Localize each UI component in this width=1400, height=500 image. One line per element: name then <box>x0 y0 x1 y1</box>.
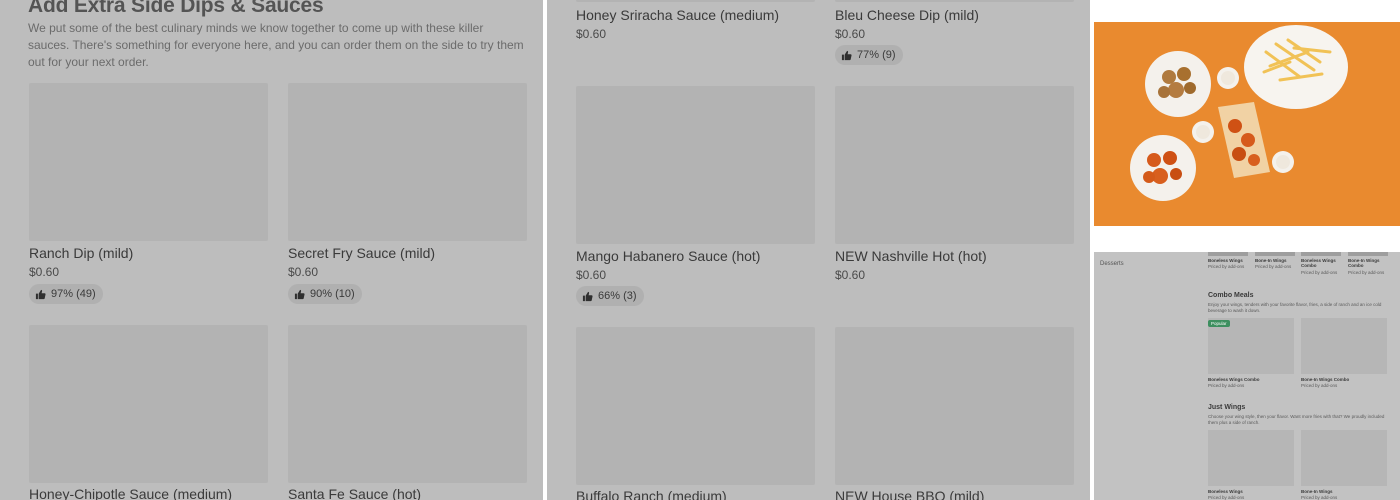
section-title: Add Extra Side Dips & Sauces <box>28 0 324 17</box>
wings-and-fries-illustration <box>1094 22 1400 226</box>
item-price: $0.60 <box>576 268 607 282</box>
section-desc-combo: Enjoy your wings, tenders with your favo… <box>1208 302 1382 313</box>
mini-item-name[interactable]: Boneless Wings <box>1208 489 1243 494</box>
rating-badge: 97% (49) <box>29 284 103 304</box>
mini-sidebar: Desserts <box>1094 252 1194 500</box>
item-image[interactable] <box>576 0 815 2</box>
mini-item-sub: Priced by add-ons <box>1208 495 1245 500</box>
screenshot-collage: Add Extra Side Dips & Sauces We put some… <box>0 0 1400 500</box>
thumbs-up-icon <box>35 289 46 299</box>
rating-badge: 77% (9) <box>835 45 903 65</box>
item-name[interactable]: Bleu Cheese Dip (mild) <box>835 7 979 23</box>
mini-item-sub: Priced by add-ons <box>1301 383 1338 388</box>
mini-card-image <box>1348 252 1388 256</box>
item-name[interactable]: Ranch Dip (mild) <box>29 245 133 261</box>
item-image[interactable] <box>288 83 527 241</box>
mini-card-image <box>1301 252 1341 256</box>
mini-item-name[interactable]: Bone-In Wings Combo <box>1348 258 1390 268</box>
rating-text: 66% (3) <box>598 290 637 302</box>
item-name[interactable]: Buffalo Ranch (medium) <box>576 488 727 500</box>
item-image[interactable] <box>576 86 815 244</box>
item-name[interactable]: NEW Nashville Hot (hot) <box>835 248 987 264</box>
mini-item-sub: Priced by add-ons <box>1208 383 1245 388</box>
rating-text: 90% (10) <box>310 288 355 300</box>
item-name[interactable]: Honey Sriracha Sauce (medium) <box>576 7 779 23</box>
item-price: $0.60 <box>29 265 60 279</box>
item-name[interactable]: Secret Fry Sauce (mild) <box>288 245 435 261</box>
mini-item-sub: Priced by add-ons <box>1348 270 1385 275</box>
mini-card-image <box>1208 252 1248 256</box>
thumbs-up-icon <box>294 289 305 299</box>
item-name[interactable]: NEW House BBQ (mild) <box>835 488 984 500</box>
mini-card-image[interactable] <box>1301 318 1387 374</box>
item-price: $0.60 <box>576 27 607 41</box>
mini-item-sub: Priced by add-ons <box>1208 264 1245 269</box>
mini-item-name[interactable]: Boneless Wings Combo <box>1301 258 1343 268</box>
mini-card-image <box>1255 252 1295 256</box>
item-image[interactable] <box>288 325 527 483</box>
menu-page-thumbnail: Desserts Boneless Wings Priced by add-on… <box>1094 252 1400 500</box>
rating-text: 77% (9) <box>857 49 896 61</box>
item-image[interactable] <box>576 327 815 485</box>
section-title-combo: Combo Meals <box>1208 292 1254 299</box>
item-price: $0.60 <box>288 265 319 279</box>
mini-item-sub: Priced by add-ons <box>1255 264 1292 269</box>
mini-item-name[interactable]: Bone-In Wings Combo <box>1301 377 1349 382</box>
rating-badge: 66% (3) <box>576 286 644 306</box>
right-panel: Desserts Boneless Wings Priced by add-on… <box>1094 0 1400 500</box>
thumbs-up-icon <box>582 291 593 301</box>
item-image[interactable] <box>29 83 268 241</box>
mini-item-name[interactable]: Boneless Wings Combo <box>1208 377 1259 382</box>
thumbs-up-icon <box>841 50 852 60</box>
section-title-just-wings: Just Wings <box>1208 404 1246 411</box>
mini-item-name[interactable]: Bone-In Wings <box>1301 489 1332 494</box>
section-desc-just-wings: Choose your wing style, then your flavor… <box>1208 414 1385 425</box>
sauces-continued-panel: Honey Sriracha Sauce (medium) $0.60 Bleu… <box>547 0 1090 500</box>
mini-item-name[interactable]: Bone-In Wings <box>1255 258 1286 263</box>
item-name[interactable]: Mango Habanero Sauce (hot) <box>576 248 760 264</box>
rating-text: 97% (49) <box>51 288 96 300</box>
item-price: $0.60 <box>835 27 866 41</box>
item-image[interactable] <box>835 0 1074 2</box>
section-description: We put some of the best culinary minds w… <box>28 21 524 69</box>
hero-food-photo <box>1094 22 1400 226</box>
item-image[interactable] <box>29 325 268 483</box>
item-image[interactable] <box>835 86 1074 244</box>
mini-item-sub: Priced by add-ons <box>1301 495 1338 500</box>
item-price: $0.60 <box>835 268 866 282</box>
rating-badge: 90% (10) <box>288 284 362 304</box>
sauces-section-panel: Add Extra Side Dips & Sauces We put some… <box>0 0 543 500</box>
mini-item-sub: Priced by add-ons <box>1301 270 1338 275</box>
item-image[interactable] <box>835 327 1074 485</box>
item-name[interactable]: Honey-Chipotle Sauce (medium) <box>29 486 232 500</box>
popular-badge: Popular <box>1208 320 1230 327</box>
mini-card-image[interactable] <box>1301 430 1387 486</box>
item-name[interactable]: Santa Fe Sauce (hot) <box>288 486 421 500</box>
mini-item-name[interactable]: Boneless Wings <box>1208 258 1243 263</box>
sidebar-item-desserts[interactable]: Desserts <box>1100 261 1124 267</box>
mini-card-image[interactable] <box>1208 430 1294 486</box>
